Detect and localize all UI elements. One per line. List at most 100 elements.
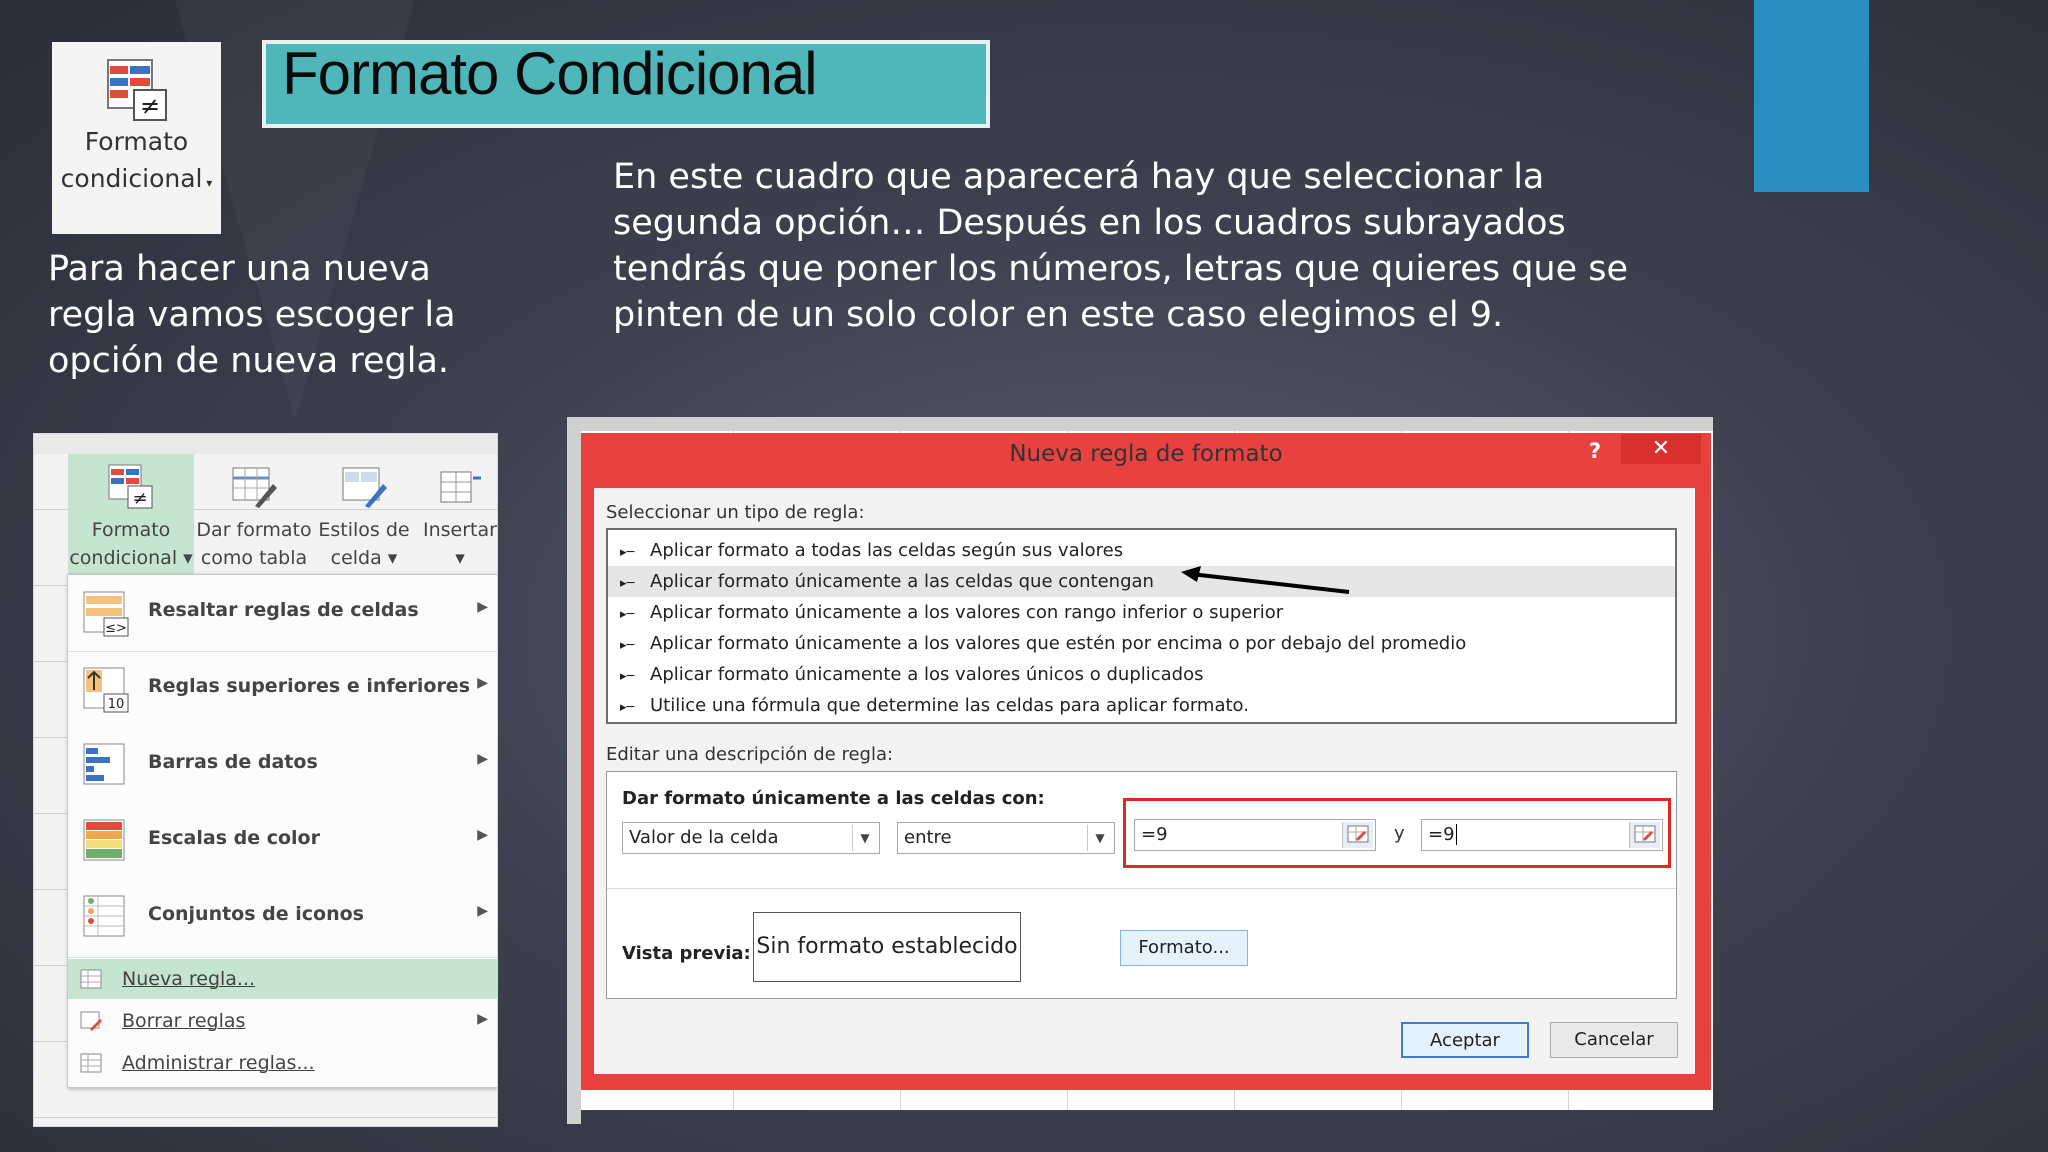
range-picker-icon[interactable] (1629, 822, 1660, 848)
data-bars-icon (82, 742, 130, 790)
rule-type-option[interactable]: ▸─ Utilice una fórmula que determine las … (608, 690, 1675, 721)
menu-item-label: Barras de datos (148, 751, 318, 773)
menu-item-clear-rules[interactable]: Borrar reglas ▶ (68, 1001, 497, 1041)
menu-item-data-bars[interactable]: Barras de datos ▶ (68, 727, 497, 803)
preview-label: Vista previa: (622, 943, 751, 964)
icon-sets-icon (82, 894, 130, 942)
menu-item-label: Resaltar reglas de celdas (148, 599, 419, 621)
dialog-body: Seleccionar un tipo de regla: ▸─ Aplicar … (594, 488, 1695, 1074)
dropdown-caret-icon: ▾ (202, 176, 213, 190)
format-table-icon (231, 464, 277, 510)
rule-type-option[interactable]: ▸─ Aplicar formato a todas las celdas seg… (608, 535, 1675, 566)
ribbon-label: condicional ▾ (69, 547, 193, 569)
annotation-arrow-icon (1181, 566, 1350, 594)
chevron-down-icon: ▼ (852, 825, 877, 851)
accent-bar (1754, 0, 1869, 192)
new-rule-icon (80, 969, 102, 989)
ribbon-label: Insertar (423, 519, 497, 541)
conditional-format-icon: ≠ (108, 464, 154, 510)
rule-type-option-selected[interactable]: ▸─ Aplicar formato únicamente a las celda… (608, 566, 1675, 597)
title-box: Formato Condicional (262, 40, 990, 128)
ribbon-topbar (34, 434, 497, 454)
menu-item-top-bottom-rules[interactable]: 10 Reglas superiores e inferiores ▶ (68, 651, 497, 727)
close-button[interactable]: ✕ (1621, 434, 1701, 464)
input-value: =9 (1428, 824, 1455, 845)
slide-title: Formato Condicional (282, 40, 818, 107)
menu-item-label: Conjuntos de iconos (148, 903, 364, 925)
dialog-title: Nueva regla de formato (1009, 441, 1283, 467)
badge-10: 10 (108, 697, 125, 712)
instruction-text-left: Para hacer una nueva regla vamos escoger… (48, 249, 456, 381)
submenu-arrow-icon: ▶ (477, 751, 488, 767)
bullet-arrow-icon: ▸─ (620, 576, 635, 591)
operator-combo[interactable]: entre ▼ (897, 822, 1115, 854)
bullet-arrow-icon: ▸─ (620, 607, 635, 622)
button-label-line2: condicional (60, 164, 203, 193)
ribbon-label: Formato (91, 519, 171, 541)
clear-rules-icon (80, 1011, 102, 1031)
svg-text:≠: ≠ (139, 92, 159, 120)
conditional-format-menu: ≤> Resaltar reglas de celdas ▶ 10 Reglas… (67, 574, 497, 1088)
color-scales-icon (82, 818, 130, 866)
rule-type-label: Aplicar formato únicamente a los valores… (650, 633, 1467, 654)
rule-type-option[interactable]: ▸─ Aplicar formato únicamente a los valor… (608, 597, 1675, 628)
button-label-line1: Formato (84, 127, 189, 156)
submenu-arrow-icon: ▶ (477, 1011, 488, 1027)
svg-text:≤>: ≤> (105, 621, 127, 636)
cell-value-combo[interactable]: Valor de la celda ▼ (622, 822, 880, 854)
menu-item-highlight-rules[interactable]: ≤> Resaltar reglas de celdas ▶ (68, 575, 497, 651)
menu-item-label: Nueva regla... (122, 968, 256, 990)
bullet-arrow-icon: ▸─ (620, 638, 635, 653)
cancel-button[interactable]: Cancelar (1550, 1022, 1678, 1058)
edit-rule-description-label: Editar una descripción de regla: (606, 744, 894, 765)
top-bottom-rules-icon: 10 (82, 666, 130, 714)
rule-type-label: Utilice una fórmula que determine las ce… (650, 695, 1249, 716)
menu-item-color-scales[interactable]: Escalas de color ▶ (68, 803, 497, 879)
combo-value: entre (904, 827, 952, 848)
rule-type-option[interactable]: ▸─ Aplicar formato únicamente a los valor… (608, 628, 1675, 659)
ribbon-label: celda ▾ (330, 547, 398, 569)
bullet-arrow-icon: ▸─ (620, 669, 635, 684)
menu-item-label: Administrar reglas... (122, 1052, 315, 1074)
excel-menu-screenshot: ≠ Formato condicional ▾ Dar formato como… (33, 433, 498, 1127)
text-cursor (1455, 824, 1457, 845)
menu-item-icon-sets[interactable]: Conjuntos de iconos ▶ (68, 879, 497, 955)
ribbon-label: Dar formato (196, 519, 312, 541)
submenu-arrow-icon: ▶ (477, 675, 488, 691)
menu-item-label: Borrar reglas (122, 1010, 246, 1032)
menu-item-manage-rules[interactable]: Administrar reglas... (68, 1043, 497, 1083)
conditional-format-icon: ≠ (106, 58, 168, 122)
bullet-arrow-icon: ▸─ (620, 700, 635, 715)
and-label: y (1394, 823, 1405, 844)
rule-type-label: Aplicar formato a todas las celdas según… (650, 540, 1124, 561)
rule-description-box: Dar formato únicamente a las celdas con:… (606, 771, 1677, 999)
cell-styles-icon (341, 464, 387, 510)
format-cells-with-label: Dar formato únicamente a las celdas con: (622, 788, 1045, 809)
new-rule-dialog-screenshot: Nueva regla de formato ? ✕ Seleccionar u… (567, 417, 1713, 1124)
help-icon[interactable]: ? (1589, 439, 1601, 463)
sheet-header (567, 417, 1713, 431)
submenu-arrow-icon: ▶ (477, 599, 488, 615)
sheet-row-header (567, 431, 581, 1124)
bullet-arrow-icon: ▸─ (620, 545, 635, 560)
input-value: =9 (1141, 824, 1168, 845)
menu-item-label: Escalas de color (148, 827, 320, 849)
select-rule-type-label: Seleccionar un tipo de regla: (606, 502, 865, 523)
rule-type-option[interactable]: ▸─ Aplicar formato únicamente a los valor… (608, 659, 1675, 690)
menu-separator (68, 957, 497, 958)
preview-box: Sin formato establecido (753, 912, 1021, 982)
insert-icon (437, 464, 483, 510)
value1-input[interactable]: =9 (1134, 819, 1376, 851)
ok-button[interactable]: Aceptar (1401, 1022, 1529, 1058)
rule-type-list: ▸─ Aplicar formato a todas las celdas seg… (606, 528, 1677, 724)
submenu-arrow-icon: ▶ (477, 903, 488, 919)
dialog-window: Nueva regla de formato ? ✕ Seleccionar u… (581, 433, 1711, 1090)
menu-item-new-rule[interactable]: Nueva regla... (68, 959, 497, 999)
value2-input[interactable]: =9 (1421, 819, 1663, 851)
range-picker-icon[interactable] (1342, 822, 1373, 848)
instruction-text-right: En este cuadro que aparecerá hay que sel… (613, 157, 1629, 335)
format-button[interactable]: Formato... (1120, 930, 1248, 966)
svg-text:≠: ≠ (132, 488, 147, 509)
chevron-down-icon: ▼ (1087, 825, 1112, 851)
conditional-format-button-image: ≠ Formato condicional ▾ (52, 42, 221, 234)
